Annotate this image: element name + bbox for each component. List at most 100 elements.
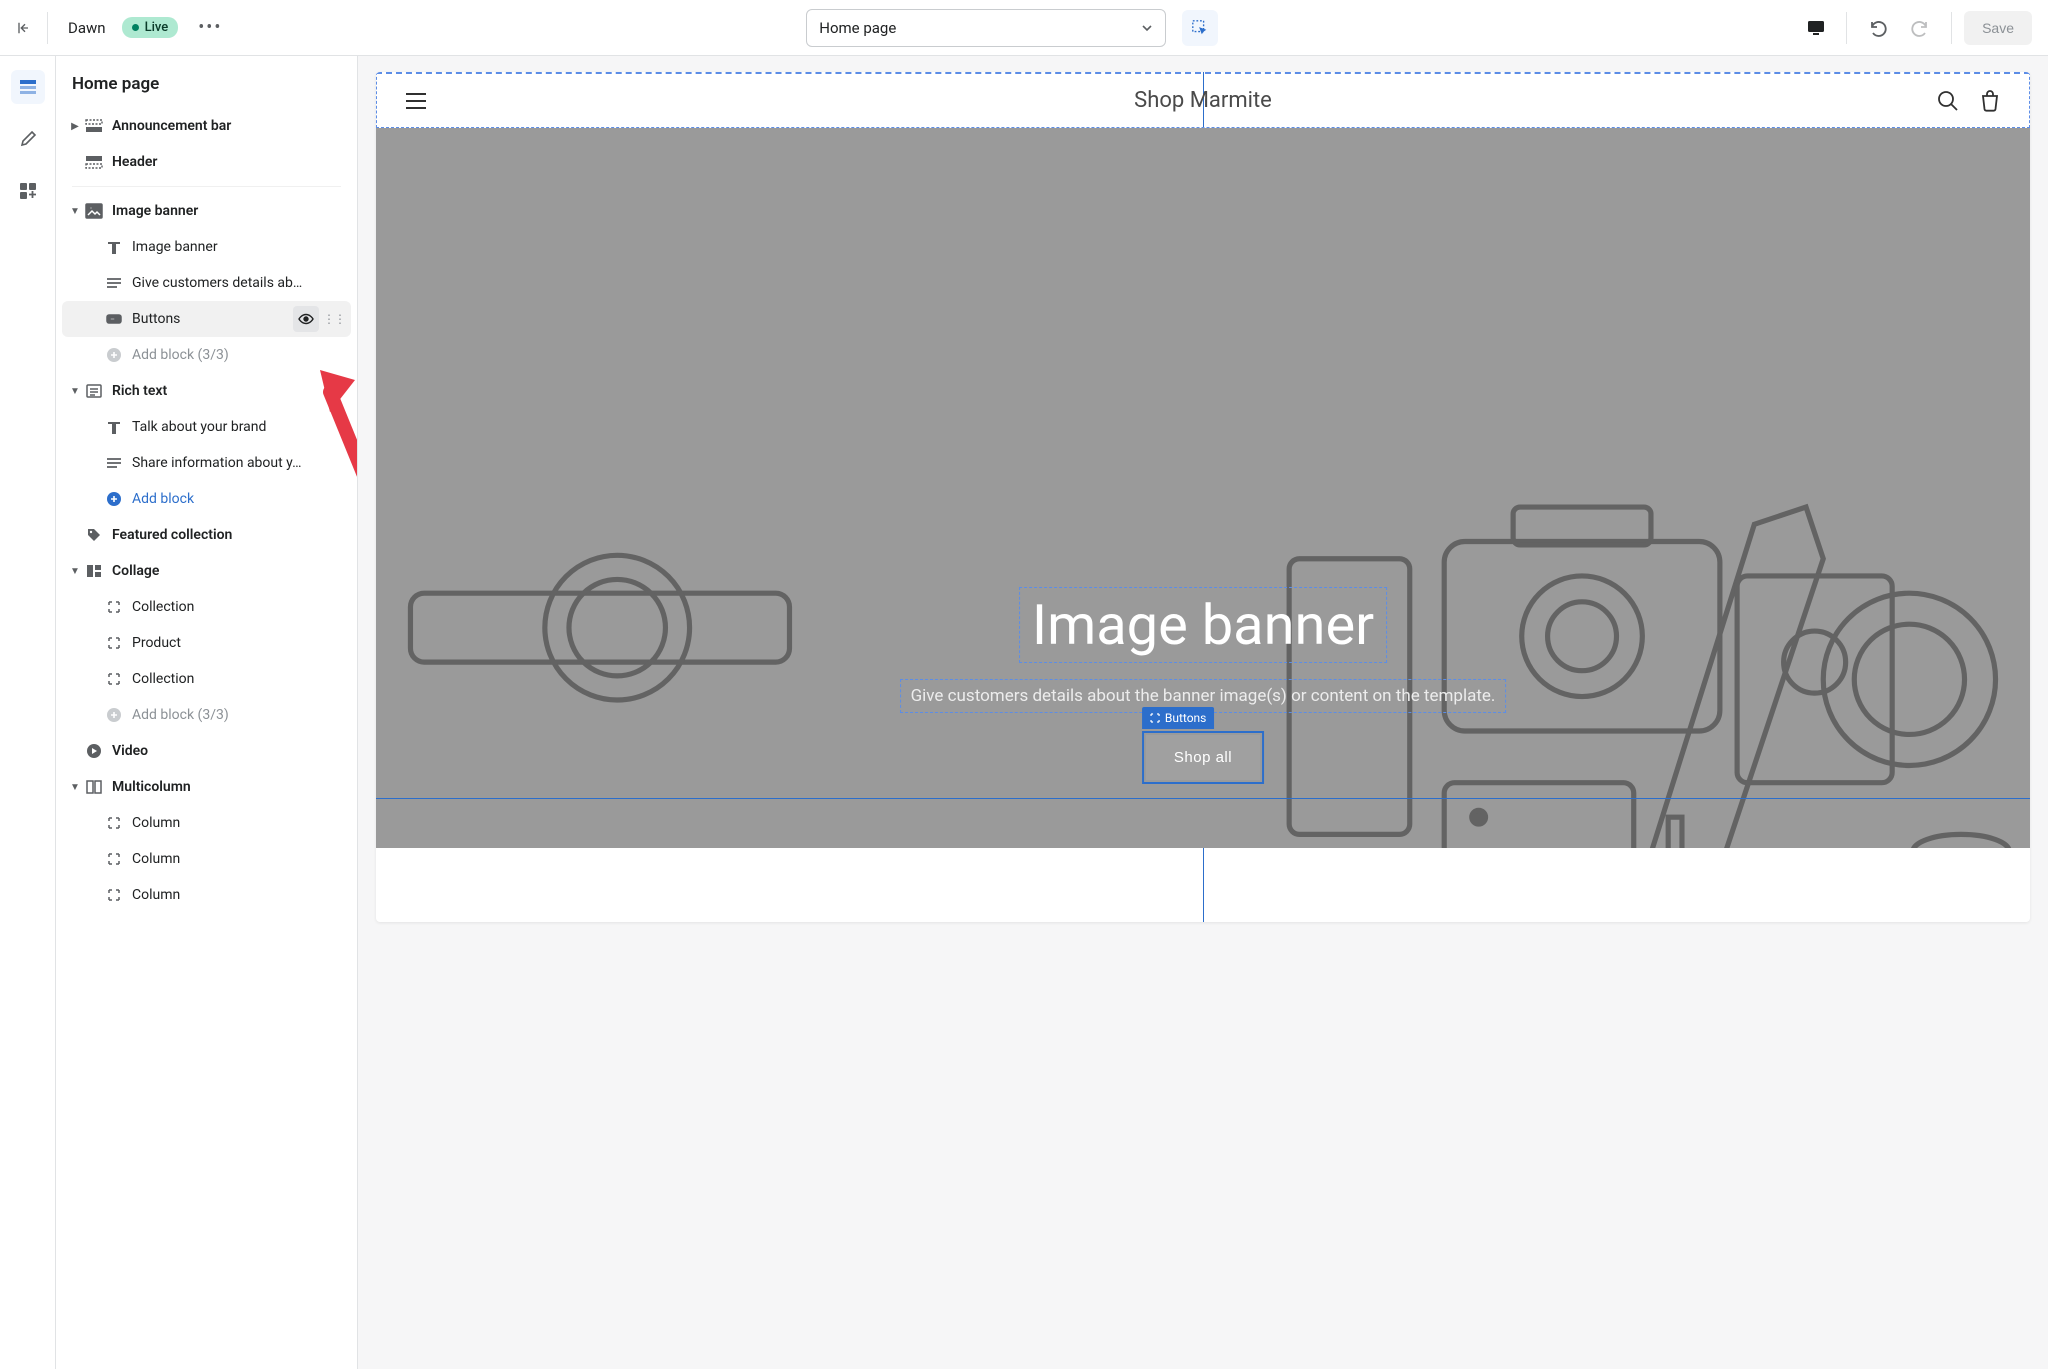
block-label: Column: [132, 887, 351, 903]
placeholder-icon: [104, 633, 124, 653]
more-menu-button[interactable]: •••: [194, 13, 226, 42]
caret-down-icon: ▼: [68, 206, 82, 217]
block-multicolumn-3[interactable]: Column: [62, 877, 351, 913]
add-block-label: Add block: [132, 491, 351, 507]
block-collage-3[interactable]: Collection: [62, 661, 351, 697]
block-rich-text-text[interactable]: Share information about y…: [62, 445, 351, 481]
heading-icon: [104, 237, 124, 257]
drag-handle[interactable]: ⋮⋮: [323, 312, 345, 326]
add-block-rich-text[interactable]: Add block: [62, 481, 351, 517]
page-selector-label: Home page: [819, 19, 896, 37]
visibility-toggle[interactable]: [293, 306, 319, 332]
multicolumn-icon: [84, 777, 104, 797]
live-badge: Live: [122, 17, 179, 38]
add-block-label: Add block (3/3): [132, 707, 351, 723]
section-header[interactable]: ▶ Header: [62, 144, 351, 180]
rail-app-embeds[interactable]: [11, 174, 45, 208]
section-label: Rich text: [112, 383, 351, 399]
page-selector[interactable]: Home page: [806, 9, 1166, 47]
add-block-collage: Add block (3/3): [62, 697, 351, 733]
banner-buttons-block[interactable]: Buttons Shop all: [1142, 731, 1264, 784]
text-icon: [104, 453, 124, 473]
section-label: Video: [112, 743, 351, 759]
heading-icon: [104, 417, 124, 437]
text-icon: [104, 273, 124, 293]
block-label: Image banner: [132, 239, 351, 255]
cart-icon[interactable]: [1979, 90, 2001, 112]
save-button[interactable]: Save: [1964, 11, 2032, 45]
section-label: Announcement bar: [112, 118, 351, 134]
sidebar-title: Home page: [56, 56, 357, 108]
redo-button[interactable]: [1903, 10, 1939, 46]
placeholder-icon: [104, 597, 124, 617]
caret-down-icon: ▼: [68, 782, 82, 793]
section-featured-collection[interactable]: ▼ Featured collection: [62, 517, 351, 553]
section-video[interactable]: ▼ Video: [62, 733, 351, 769]
add-block-label: Add block (3/3): [132, 347, 351, 363]
plus-circle-icon: [104, 345, 124, 365]
block-tag: Buttons: [1142, 707, 1215, 729]
rail-sections[interactable]: [11, 70, 45, 104]
block-multicolumn-1[interactable]: Column: [62, 805, 351, 841]
block-image-banner-buttons[interactable]: Buttons ⋮⋮: [62, 301, 351, 337]
section-image-banner[interactable]: ▼ Image banner: [62, 193, 351, 229]
placeholder-icon: [104, 669, 124, 689]
chevron-down-icon: [1141, 22, 1153, 34]
section-label: Featured collection: [112, 527, 351, 543]
announcement-icon: [84, 116, 104, 136]
section-label: Collage: [112, 563, 351, 579]
search-icon[interactable]: [1937, 90, 1959, 112]
desktop-view-button[interactable]: [1798, 10, 1834, 46]
block-label: Collection: [132, 599, 351, 615]
header-icon: [84, 152, 104, 172]
section-multicolumn[interactable]: ▼ Multicolumn: [62, 769, 351, 805]
store-header[interactable]: Shop Marmite: [376, 72, 2030, 128]
caret-down-icon: ▼: [68, 386, 82, 397]
block-collage-1[interactable]: Collection: [62, 589, 351, 625]
section-collage[interactable]: ▼ Collage: [62, 553, 351, 589]
image-banner-section[interactable]: Image banner Give customers details abou…: [376, 128, 2030, 848]
placeholder-icon: [104, 885, 124, 905]
preview-canvas[interactable]: Shop Marmite: [376, 72, 2030, 922]
hamburger-icon[interactable]: [405, 92, 427, 110]
store-title: Shop Marmite: [377, 88, 2029, 113]
plus-circle-icon: [104, 489, 124, 509]
undo-button[interactable]: [1859, 10, 1895, 46]
inspector-button[interactable]: [1182, 10, 1218, 46]
block-image-banner-text[interactable]: Give customers details ab…: [62, 265, 351, 301]
image-icon: [84, 201, 104, 221]
block-rich-text-heading[interactable]: Talk about your brand: [62, 409, 351, 445]
section-announcement-bar[interactable]: ▶ Announcement bar: [62, 108, 351, 144]
block-label: Product: [132, 635, 351, 651]
divider: [1951, 12, 1952, 44]
caret-right-icon: ▶: [68, 121, 82, 132]
richtext-icon: [84, 381, 104, 401]
banner-heading[interactable]: Image banner: [1019, 587, 1387, 663]
button-icon: [104, 309, 124, 329]
video-icon: [84, 741, 104, 761]
divider: [1846, 12, 1847, 44]
block-multicolumn-2[interactable]: Column: [62, 841, 351, 877]
block-label: Collection: [132, 671, 351, 687]
block-label: Column: [132, 815, 351, 831]
section-rich-text[interactable]: ▼ Rich text: [62, 373, 351, 409]
collage-icon: [84, 561, 104, 581]
block-image-banner-heading[interactable]: Image banner: [62, 229, 351, 265]
tag-icon: [84, 525, 104, 545]
theme-name: Dawn: [68, 19, 106, 37]
block-label: Share information about y…: [132, 455, 351, 471]
rail-theme-settings[interactable]: [11, 122, 45, 156]
section-label: Image banner: [112, 203, 351, 219]
placeholder-icon: [104, 849, 124, 869]
block-collage-2[interactable]: Product: [62, 625, 351, 661]
block-label: Give customers details ab…: [132, 275, 351, 291]
plus-circle-icon: [104, 705, 124, 725]
section-label: Header: [112, 154, 351, 170]
block-label: Talk about your brand: [132, 419, 351, 435]
shop-all-button[interactable]: Shop all: [1146, 735, 1260, 780]
block-label: Buttons: [132, 311, 293, 327]
exit-button[interactable]: [16, 12, 48, 44]
section-label: Multicolumn: [112, 779, 351, 795]
caret-down-icon: ▼: [68, 566, 82, 577]
add-block-image-banner: Add block (3/3): [62, 337, 351, 373]
